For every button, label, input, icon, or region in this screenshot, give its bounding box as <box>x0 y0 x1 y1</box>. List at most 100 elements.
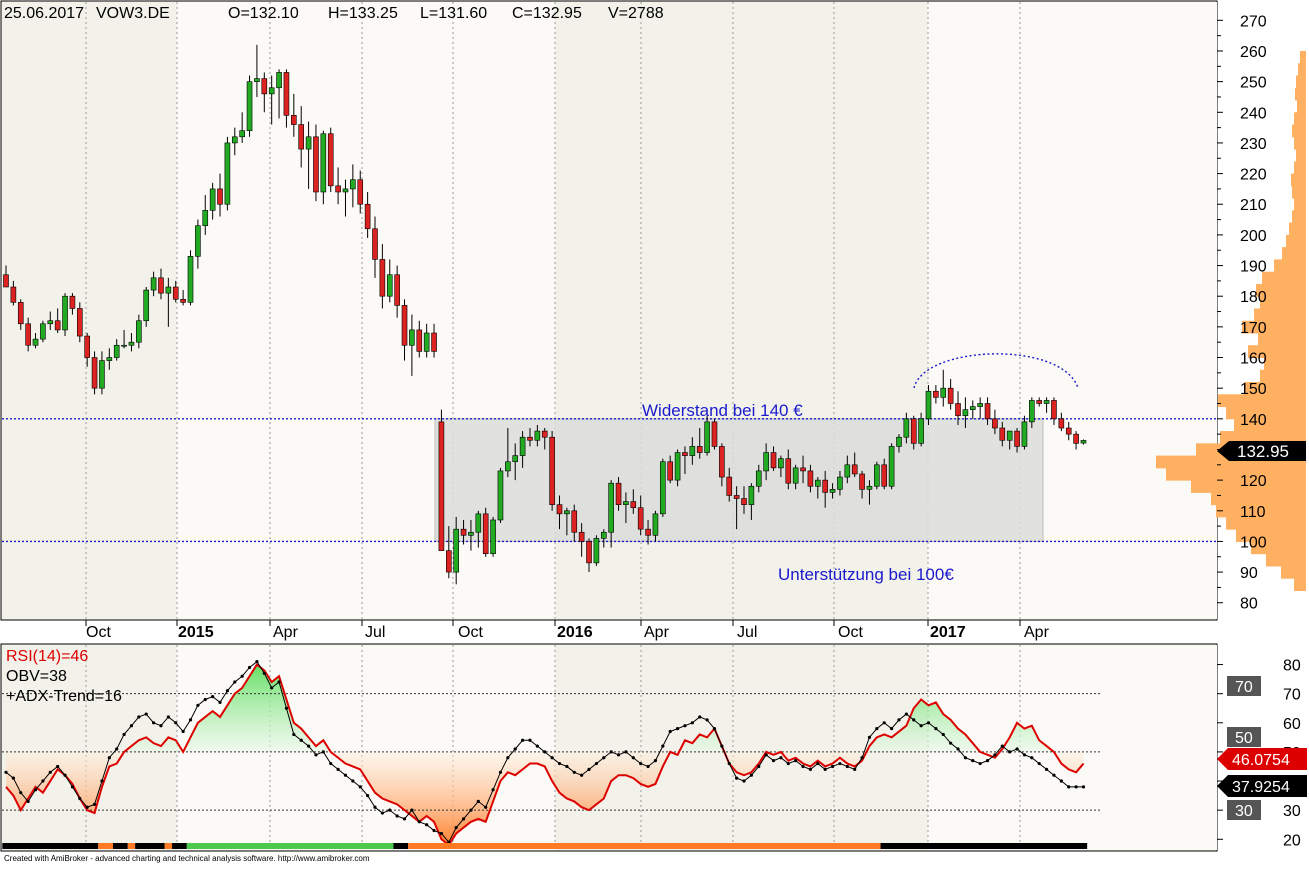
obv-point <box>550 756 554 760</box>
obv-point <box>890 727 894 731</box>
candle-body <box>962 409 969 417</box>
obv-point <box>129 724 134 728</box>
obv-point <box>351 779 355 783</box>
candle-body <box>165 286 172 294</box>
candle-body <box>1051 400 1057 420</box>
obv-point <box>646 764 650 769</box>
candle-body <box>150 277 157 291</box>
obv-point <box>4 770 8 774</box>
obv-point <box>956 747 960 751</box>
profile-bar <box>1274 259 1306 273</box>
obv-point <box>971 759 975 763</box>
price-tick-label: 190 <box>1240 259 1267 276</box>
candle-body <box>807 470 814 487</box>
candle-body <box>3 274 9 288</box>
x-tick-label: Apr <box>644 624 670 641</box>
candle-body <box>940 387 947 398</box>
price-tick-label: 270 <box>1240 13 1267 30</box>
candle-body <box>1080 440 1087 444</box>
trend-segment <box>164 843 173 849</box>
candle-body <box>704 421 710 453</box>
obv-point <box>1074 785 1078 789</box>
candle-body <box>246 81 253 131</box>
candle-body <box>925 390 932 420</box>
price-tick-label: 80 <box>1240 596 1258 613</box>
profile-bar <box>1294 578 1306 591</box>
obv-point <box>255 660 259 664</box>
obv-point <box>425 823 429 827</box>
obv-point <box>823 767 827 771</box>
price-tick-label: 240 <box>1240 105 1267 122</box>
profile-bar <box>1297 100 1306 113</box>
obv-point <box>70 785 75 789</box>
obv-point <box>144 712 148 716</box>
candle-body <box>40 323 46 340</box>
profile-bar <box>1294 198 1306 211</box>
candle-body <box>1006 430 1013 441</box>
candle-body <box>91 357 98 389</box>
header-high: H=133.25 <box>328 5 398 22</box>
consolidation-zone <box>434 418 1044 542</box>
obv-point <box>624 750 628 754</box>
obv-point <box>661 744 665 748</box>
candle-body <box>977 403 983 407</box>
obv-point <box>1052 773 1056 777</box>
candle-body <box>231 136 238 144</box>
profile-bar <box>1294 112 1306 126</box>
candle-body <box>99 360 105 389</box>
candle-body <box>586 541 592 564</box>
trend-segment <box>186 843 394 849</box>
header-volume: V=2788 <box>608 5 664 22</box>
obv-point <box>897 718 901 722</box>
obv-point <box>277 680 281 684</box>
candle-body <box>239 130 245 138</box>
header-open: O=132.10 <box>228 5 299 22</box>
obv-point <box>690 721 694 725</box>
obv-label: OBV=38 <box>6 668 67 685</box>
obv-point <box>26 799 30 804</box>
trend-segment <box>393 843 409 849</box>
candle-body <box>386 274 393 297</box>
obv-point <box>867 735 872 739</box>
candle-body <box>645 528 651 536</box>
obv-point <box>845 764 849 769</box>
candle-body <box>1014 430 1020 447</box>
candle-body <box>696 446 703 453</box>
header-symbol: VOW3.DE <box>96 5 170 22</box>
profile-bar <box>1289 222 1306 236</box>
adx-label: +ADX-Trend=16 <box>6 688 122 705</box>
candle-body <box>468 531 474 536</box>
candle-body <box>969 406 976 410</box>
price-tick-label: 200 <box>1240 228 1267 245</box>
x-tick-label: Oct <box>838 624 863 641</box>
candle-body <box>17 302 24 325</box>
obv-point <box>491 788 495 792</box>
candle-body <box>519 436 526 456</box>
candle-body <box>195 225 201 257</box>
obv-point <box>159 724 163 728</box>
price-tick-label: 140 <box>1240 412 1267 429</box>
obv-point <box>934 727 938 731</box>
candle-body <box>460 528 467 536</box>
obv-point <box>137 715 141 719</box>
profile-bar <box>1226 516 1306 530</box>
candle-body <box>475 513 482 533</box>
candle-body <box>254 78 260 82</box>
candle-body <box>748 485 755 505</box>
candle-body <box>829 489 836 493</box>
price-tick-label: 250 <box>1240 75 1267 92</box>
candle-body <box>814 479 821 487</box>
candle-body <box>652 513 659 536</box>
obv-point <box>78 796 82 801</box>
profile-bar <box>1291 173 1306 187</box>
profile-bar <box>1296 75 1306 89</box>
candle-body <box>637 507 644 530</box>
candle-body <box>534 430 541 441</box>
obv-point <box>152 721 156 725</box>
obv-point <box>609 750 613 754</box>
indicator-tick-label: 80 <box>1283 658 1301 675</box>
candle-body <box>342 188 349 193</box>
candle-body <box>541 430 548 438</box>
candle-body <box>1065 427 1072 435</box>
price-tick-label: 260 <box>1240 44 1267 61</box>
